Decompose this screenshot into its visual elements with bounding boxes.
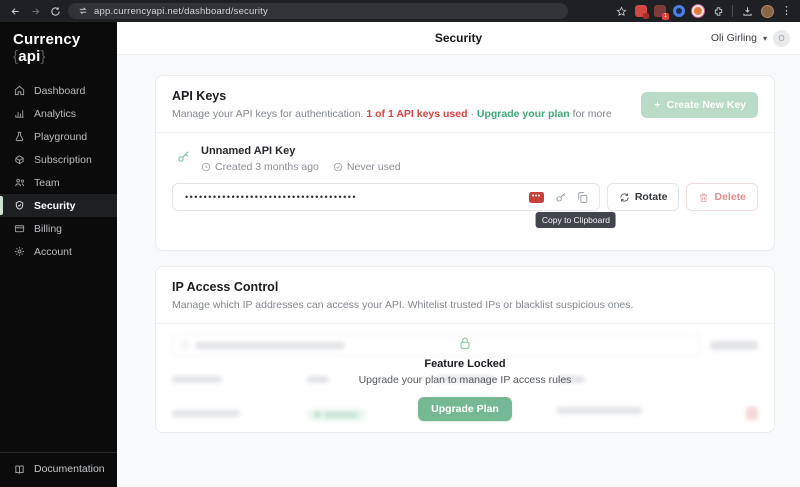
api-key-name: Unnamed API Key [201, 145, 296, 157]
rotate-icon [619, 192, 630, 203]
screen: app.currencyapi.net/dashboard/security 1… [0, 0, 800, 487]
extension-badge-2: 1 [662, 13, 669, 20]
ip-access-title: IP Access Control [172, 280, 279, 294]
sidebar-item-documentation[interactable]: Documentation [0, 452, 117, 487]
flask-icon [14, 131, 25, 142]
bar-chart-icon [14, 108, 25, 119]
url-text: app.currencyapi.net/dashboard/security [94, 5, 268, 17]
home-icon [14, 85, 25, 96]
copy-tooltip: Copy to Clipboard [535, 211, 616, 228]
sidebar-item-billing[interactable]: Billing [0, 217, 117, 240]
chevron-down-icon: ▾ [762, 33, 767, 43]
sidebar-item-analytics[interactable]: Analytics [0, 102, 117, 125]
check-circle-icon [333, 162, 343, 172]
reveal-key-icon[interactable] [552, 189, 569, 206]
toolbar-divider [732, 5, 733, 17]
upgrade-plan-link[interactable]: Upgrade your plan [477, 108, 570, 120]
browser-menu-icon[interactable]: ⋮ [781, 5, 792, 17]
credit-card-icon [14, 223, 25, 234]
masked-api-key: ••••••••••••••••••••••••••••••••••••• [185, 192, 358, 202]
delete-key-button[interactable]: Delete [686, 183, 758, 211]
user-menu[interactable]: Oli Girling ▾ O [711, 22, 790, 54]
reload-icon[interactable] [48, 4, 62, 18]
page-header: Security Oli Girling ▾ O [117, 22, 800, 55]
rotate-key-button[interactable]: Rotate [606, 183, 680, 211]
clock-icon [201, 162, 211, 172]
sidebar-item-account[interactable]: Account [0, 240, 117, 263]
api-key-field[interactable]: ••••••••••••••••••••••••••••••••••••• ••… [172, 183, 616, 228]
feature-locked-title: Feature Locked [424, 358, 506, 370]
url-bar[interactable]: app.currencyapi.net/dashboard/security [68, 3, 568, 19]
users-icon [14, 177, 25, 188]
extension-badge-1 [643, 13, 649, 19]
trash-icon [698, 192, 709, 203]
api-keys-card: API Keys Manage your API keys for authen… [155, 75, 775, 251]
extensions-puzzle-icon[interactable] [711, 4, 725, 18]
plus-icon [653, 100, 662, 109]
sidebar-item-team[interactable]: Team [0, 171, 117, 194]
bookmark-star-icon[interactable] [614, 4, 628, 18]
extension-icon-2[interactable]: 1 [654, 5, 669, 20]
page-title: Security [434, 31, 483, 45]
app-logo[interactable]: Currency {api} [0, 22, 117, 75]
usage-warning: 1 of 1 API keys used [366, 108, 468, 120]
create-new-key-button[interactable]: Create New Key [640, 91, 758, 118]
ip-access-card: IP Access Control Manage which IP addres… [155, 266, 775, 433]
sidebar-item-dashboard[interactable]: Dashboard [0, 79, 117, 102]
forward-icon[interactable] [28, 4, 42, 18]
feature-locked-description: Upgrade your plan to manage IP access ru… [358, 374, 572, 386]
back-icon[interactable] [8, 4, 22, 18]
ip-access-subtitle: Manage which IP addresses can access you… [172, 299, 634, 311]
gear-icon [14, 246, 25, 257]
content: API Keys Manage your API keys for authen… [117, 55, 800, 487]
downloads-icon[interactable] [740, 4, 754, 18]
shield-check-icon [14, 200, 25, 211]
sidebar-nav: Dashboard Analytics Playground Subscript… [0, 79, 117, 263]
api-keys-subtitle: Manage your API keys for authentication.… [172, 108, 612, 120]
key-icon [176, 149, 191, 164]
browser-chrome: app.currencyapi.net/dashboard/security 1… [0, 0, 800, 22]
api-keys-title: API Keys [172, 89, 227, 103]
password-manager-extension-icon[interactable]: ••• [528, 191, 544, 203]
upgrade-plan-button[interactable]: Upgrade Plan [418, 397, 512, 421]
key-usage-meta: Never used [333, 161, 401, 173]
key-created-meta: Created 3 months ago [201, 161, 319, 173]
browser-profile-avatar[interactable] [761, 4, 774, 18]
lock-icon [457, 335, 473, 351]
sidebar-item-playground[interactable]: Playground [0, 125, 117, 148]
extension-icon-1[interactable] [635, 5, 649, 19]
user-name: Oli Girling [710, 32, 757, 44]
feature-locked-overlay: Feature Locked Upgrade your plan to mana… [156, 324, 774, 432]
copy-key-icon[interactable]: Copy to Clipboard [535, 189, 616, 228]
sidebar-item-security[interactable]: Security [0, 194, 117, 217]
sidebar: Currency {api} Dashboard Analytics Playg… [0, 22, 117, 487]
extension-icon-4[interactable] [692, 5, 704, 17]
extension-icon-3[interactable] [673, 5, 685, 17]
sidebar-item-subscription[interactable]: Subscription [0, 148, 117, 171]
site-info-icon[interactable] [78, 6, 88, 16]
avatar[interactable]: O [773, 29, 790, 47]
box-icon [14, 154, 25, 165]
book-icon [14, 464, 25, 475]
